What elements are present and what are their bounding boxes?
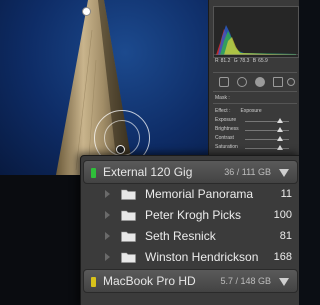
graduated-filter-icon[interactable]	[273, 77, 283, 87]
slider-brightness[interactable]: Brightness	[215, 126, 295, 134]
disclosure-triangle-icon[interactable]	[279, 169, 289, 177]
tool-strip	[213, 72, 297, 92]
folder-icon	[121, 210, 136, 221]
brush-tool-icon[interactable]	[287, 78, 295, 86]
slider-knob[interactable]	[277, 136, 284, 141]
slider-knob[interactable]	[277, 145, 284, 150]
folder-icon	[121, 189, 136, 200]
spot-removal-icon[interactable]	[255, 77, 265, 87]
expand-arrow-icon[interactable]	[105, 211, 110, 219]
g-label: G	[233, 58, 238, 64]
folder-name: Memorial Panorama	[145, 187, 254, 201]
slider-saturation[interactable]: Saturation	[215, 144, 295, 152]
adjustment-pin-active[interactable]	[116, 145, 125, 154]
r-value: 81.2	[220, 58, 231, 64]
b-label: B	[252, 58, 257, 64]
volume-size: 36 / 111 GB	[224, 167, 271, 177]
b-value: 65.9	[258, 58, 268, 64]
filmstrip-shadow	[0, 175, 80, 305]
folder-count: 11	[280, 188, 292, 200]
folder-name: Seth Resnick	[145, 229, 216, 243]
effect-label: Effect :	[215, 108, 231, 114]
folder-row[interactable]: Winston Hendrickson 168	[83, 247, 298, 268]
slider-exposure[interactable]: Exposure	[215, 117, 295, 125]
volume-header-external[interactable]: External 120 Gig 36 / 111 GB	[83, 160, 298, 184]
volume-status-indicator	[91, 277, 96, 287]
expand-arrow-icon[interactable]	[105, 253, 110, 261]
folder-icon	[121, 231, 136, 242]
slider-label: Exposure	[215, 117, 237, 123]
folder-name: Peter Krogh Picks	[145, 208, 242, 222]
photo-canvas[interactable]	[0, 0, 208, 175]
slider-label: Contrast	[215, 135, 234, 141]
folder-row[interactable]: Peter Krogh Picks 100	[83, 205, 298, 226]
crop-tool-icon[interactable]	[237, 77, 247, 87]
expand-arrow-icon[interactable]	[105, 232, 110, 240]
histogram	[213, 6, 299, 58]
divider	[213, 103, 297, 104]
slider-knob[interactable]	[277, 118, 284, 123]
volume-name: MacBook Pro HD	[103, 274, 196, 288]
disclosure-triangle-icon[interactable]	[279, 278, 289, 286]
folder-count: 168	[273, 251, 292, 263]
grid-tool-icon[interactable]	[219, 77, 229, 87]
folder-count: 81	[279, 230, 292, 242]
r-label: R	[215, 58, 219, 64]
effect-row[interactable]: Effect : Exposure	[215, 108, 262, 114]
folder-count: 100	[273, 209, 292, 221]
rgb-readout: R 81.2 G 78.3 B 65.9	[215, 58, 270, 64]
folder-row[interactable]: Memorial Panorama 11	[83, 184, 298, 205]
folder-icon	[121, 252, 136, 263]
volume-size: 5.7 / 148 GB	[220, 276, 271, 286]
slider-contrast[interactable]: Contrast	[215, 135, 295, 143]
volume-status-indicator	[91, 168, 96, 178]
folders-panel: External 120 Gig 36 / 111 GB Memorial Pa…	[80, 155, 299, 305]
folder-row[interactable]: Seth Resnick 81	[83, 226, 298, 247]
adjustment-pin-top[interactable]	[82, 7, 91, 16]
mask-label: Mask :	[215, 95, 230, 101]
volume-header-macbook[interactable]: MacBook Pro HD 5.7 / 148 GB	[83, 269, 298, 293]
lightroom-window: R 81.2 G 78.3 B 65.9 Mask : Effect : Exposur…	[0, 0, 299, 305]
slider-knob[interactable]	[277, 127, 284, 132]
develop-panel: R 81.2 G 78.3 B 65.9 Mask : Effect : Exposur…	[208, 0, 299, 160]
g-value: 78.3	[239, 58, 250, 64]
slider-label: Saturation	[215, 144, 238, 150]
folder-name: Winston Hendrickson	[145, 250, 259, 264]
effect-value[interactable]: Exposure	[240, 108, 261, 114]
slider-label: Brightness	[215, 126, 239, 132]
volume-name: External 120 Gig	[103, 165, 193, 179]
expand-arrow-icon[interactable]	[105, 190, 110, 198]
